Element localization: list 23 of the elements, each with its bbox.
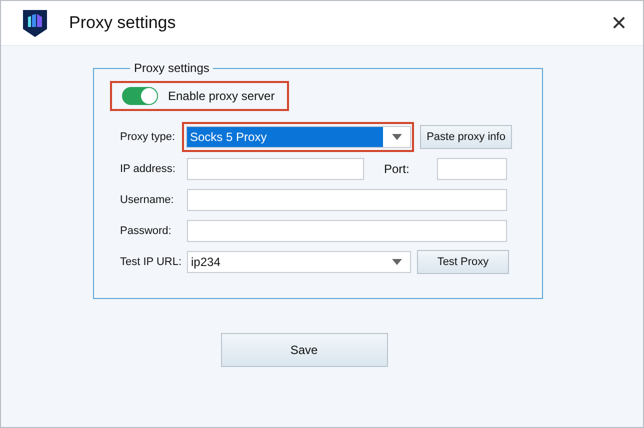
field-label: Proxy type: xyxy=(120,131,176,143)
test-url-dropdown[interactable]: ip234 xyxy=(187,251,411,273)
field-label: Username: xyxy=(120,194,175,206)
save-button[interactable]: Save xyxy=(220,333,388,367)
username-field[interactable] xyxy=(187,189,507,211)
port-field[interactable] xyxy=(437,158,507,180)
proxy-type-dropdown[interactable]: Socks 5 Proxy xyxy=(186,126,411,148)
toggle-switch[interactable] xyxy=(122,87,158,105)
close-button[interactable]: ✕ xyxy=(604,8,634,38)
test-proxy-button[interactable]: Test Proxy xyxy=(417,250,509,274)
caret-icon xyxy=(392,134,402,140)
shield-logo-icon xyxy=(22,8,48,38)
paste-proxy-button[interactable]: Paste proxy info xyxy=(420,125,512,149)
toggle-label: Enable proxy server xyxy=(168,89,275,103)
field-label: IP address: xyxy=(120,163,176,175)
field-label: Password: xyxy=(120,225,172,237)
caret-icon xyxy=(392,259,402,265)
ip-address-field[interactable] xyxy=(187,158,364,180)
password-field[interactable] xyxy=(187,220,507,242)
group-title: Proxy settings xyxy=(133,61,210,75)
field-label: Port: xyxy=(384,162,410,176)
field-label: Test IP URL: xyxy=(120,256,183,268)
window-title: Proxy settings xyxy=(69,13,177,33)
